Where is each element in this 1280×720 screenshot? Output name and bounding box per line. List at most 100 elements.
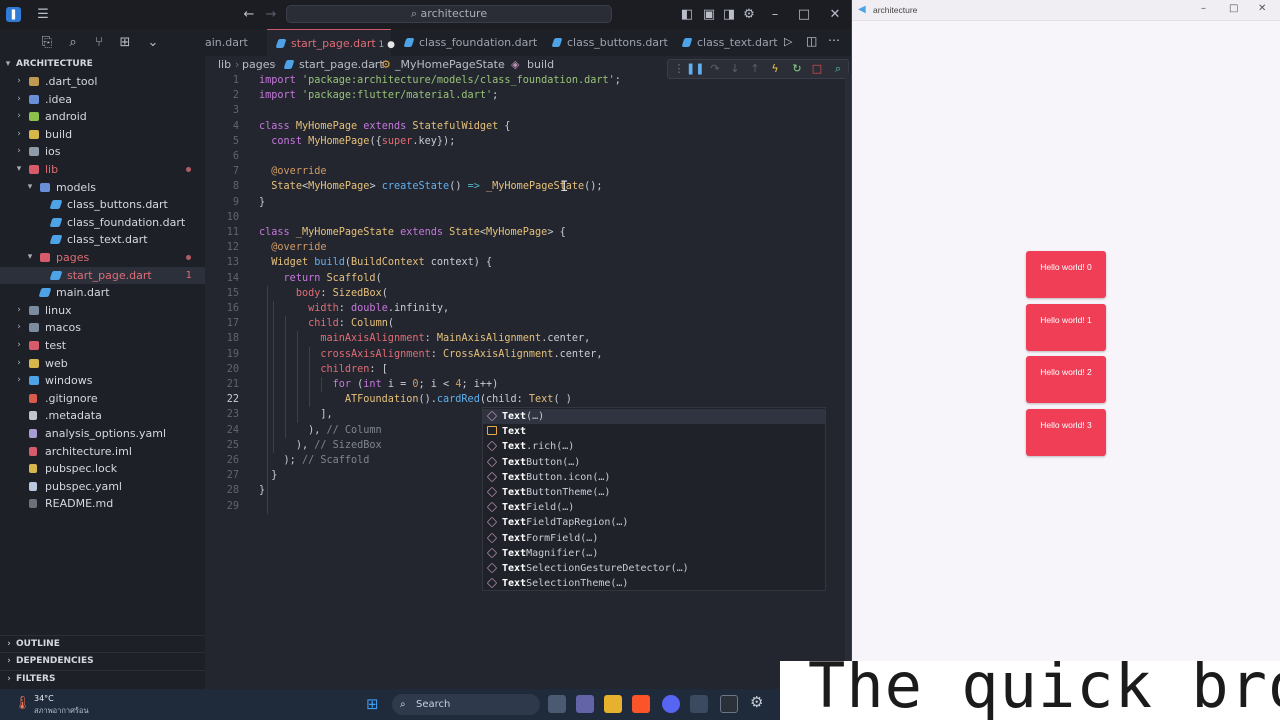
editor-tab-class-buttons-dart[interactable]: class_buttons.dart: [543, 29, 669, 56]
suggestion-item[interactable]: Text(…): [483, 409, 825, 425]
suggestion-item[interactable]: Text.rich(…): [483, 439, 825, 454]
tree-folder-idea[interactable]: › .idea: [0, 91, 205, 108]
run-icon[interactable]: ▷: [784, 35, 792, 48]
suggestion-item[interactable]: TextFormField(…): [483, 531, 825, 546]
command-center[interactable]: ⌕ architecture: [286, 5, 612, 23]
tree-file-analysis-options-yaml[interactable]: analysis_options.yaml: [0, 425, 205, 442]
maximize-icon[interactable]: □: [1229, 3, 1238, 14]
search-icon[interactable]: ⌕: [64, 34, 82, 52]
tree-folder-macos[interactable]: › macos: [0, 319, 205, 336]
tree-file-readme-md[interactable]: README.md: [0, 495, 205, 512]
tree-file-metadata[interactable]: .metadata: [0, 407, 205, 424]
split-editor-icon[interactable]: ◫: [806, 34, 817, 48]
suggestion-item[interactable]: TextButton.icon(…): [483, 470, 825, 485]
code-line[interactable]: crossAxisAlignment: CrossAxisAlignment.c…: [259, 347, 602, 362]
tree-folder-linux[interactable]: › linux: [0, 302, 205, 319]
tree-folder-web[interactable]: › web: [0, 355, 205, 372]
tree-folder-dart-tool[interactable]: › .dart_tool: [0, 73, 205, 90]
forward-arrow-icon[interactable]: →: [262, 6, 280, 24]
breadcrumb-pages[interactable]: pages: [242, 56, 275, 73]
suggestion-item[interactable]: TextButtonTheme(…): [483, 485, 825, 500]
minimize-icon[interactable]: –: [766, 6, 784, 24]
settings-gear-icon[interactable]: ⚙: [740, 6, 758, 24]
taskbar-search[interactable]: ⌕ Search: [392, 694, 540, 715]
tree-file-class-buttons-dart[interactable]: class_buttons.dart: [0, 196, 205, 213]
code-line[interactable]: mainAxisAlignment: MainAxisAlignment.cen…: [259, 331, 590, 346]
android-studio-icon[interactable]: [690, 695, 708, 713]
more-actions-icon[interactable]: ⋯: [828, 33, 840, 47]
file-explorer-icon[interactable]: [604, 695, 622, 713]
new-file-icon[interactable]: ⎘: [38, 34, 56, 52]
maximize-icon[interactable]: □: [795, 6, 813, 24]
code-line[interactable]: @override: [259, 240, 326, 255]
suggestion-item[interactable]: TextSelectionTheme(…): [483, 576, 825, 591]
tree-folder-windows[interactable]: › windows: [0, 372, 205, 389]
code-line[interactable]: for (int i = 0; i < 4; i++): [259, 377, 499, 392]
code-line[interactable]: ); // Scaffold: [259, 453, 370, 468]
windows-start-icon[interactable]: ⊞: [366, 696, 383, 713]
task-view-icon[interactable]: [548, 695, 566, 713]
close-window-icon[interactable]: ✕: [826, 6, 844, 24]
toggle-panel-icon[interactable]: ▣: [700, 6, 718, 24]
filters-panel-header[interactable]: › FILTERS: [0, 670, 205, 687]
code-line[interactable]: children: [: [259, 362, 387, 377]
unsaved-dot-icon[interactable]: ●: [384, 40, 395, 50]
suggestion-item[interactable]: TextButton(…): [483, 455, 825, 470]
toggle-secondary-sidebar-icon[interactable]: ◨: [720, 6, 738, 24]
code-line[interactable]: import 'package:architecture/models/clas…: [259, 73, 621, 88]
tree-file-class-text-dart[interactable]: class_text.dart: [0, 231, 205, 248]
code-line[interactable]: const MyHomePage({super.key});: [259, 134, 455, 149]
tree-folder-models[interactable]: ▾ models: [0, 179, 205, 196]
code-line[interactable]: class MyHomePage extends StatefulWidget …: [259, 119, 511, 134]
toggle-sidebar-icon[interactable]: ◧: [678, 6, 696, 24]
breadcrumb-method[interactable]: build: [527, 56, 554, 73]
code-line[interactable]: }: [259, 468, 277, 483]
menu-icon[interactable]: ☰: [34, 6, 52, 24]
tree-folder-build[interactable]: › build: [0, 126, 205, 143]
suggestion-item[interactable]: TextMagnifier(…): [483, 546, 825, 561]
code-line[interactable]: body: SizedBox(: [259, 286, 388, 301]
chevron-down-icon[interactable]: ⌄: [144, 34, 162, 52]
tree-folder-android[interactable]: › android: [0, 108, 205, 125]
back-arrow-icon[interactable]: ←: [240, 6, 258, 24]
code-line[interactable]: child: Column(: [259, 316, 394, 331]
tree-file-class-foundation-dart[interactable]: class_foundation.dart: [0, 214, 205, 231]
teams-icon[interactable]: [576, 695, 594, 713]
tree-folder-pages[interactable]: ▾ pages: [0, 249, 205, 266]
tree-folder-test[interactable]: › test: [0, 337, 205, 354]
code-line[interactable]: @override: [259, 164, 326, 179]
source-control-icon[interactable]: ⑂: [90, 34, 108, 52]
suggestion-item[interactable]: TextFieldTapRegion(…): [483, 515, 825, 530]
code-line[interactable]: ],: [259, 407, 332, 422]
code-line[interactable]: ), // SizedBox: [259, 438, 382, 453]
tree-file-gitignore[interactable]: .gitignore: [0, 390, 205, 407]
tree-folder-ios[interactable]: › ios: [0, 143, 205, 160]
settings-gear-icon[interactable]: ⚙: [750, 693, 763, 711]
code-line[interactable]: class _MyHomePageState extends State<MyH…: [259, 225, 566, 240]
tree-file-start-page-dart[interactable]: start_page.dart 1: [0, 266, 205, 284]
tree-file-pubspec-yaml[interactable]: pubspec.yaml: [0, 478, 205, 495]
code-line[interactable]: State<MyHomePage> createState() => _MyHo…: [259, 179, 602, 194]
editor-tab-class-text-dart[interactable]: class_text.dart: [673, 29, 791, 56]
explorer-root-header[interactable]: ▾ ARCHITECTURE: [0, 56, 205, 73]
extensions-icon[interactable]: ⊞: [116, 34, 134, 52]
outline-panel-header[interactable]: › OUTLINE: [0, 635, 205, 652]
code-line[interactable]: width: double.infinity,: [259, 301, 449, 316]
close-window-icon[interactable]: ✕: [1258, 3, 1266, 14]
code-line[interactable]: ATFoundation().cardRed(child: Text( ): [259, 392, 572, 407]
tree-folder-lib[interactable]: ▾ lib: [0, 161, 205, 178]
breadcrumb-file[interactable]: start_page.dart: [299, 56, 384, 73]
code-line[interactable]: ), // Column: [259, 423, 382, 438]
code-line[interactable]: import 'package:flutter/material.dart';: [259, 88, 498, 103]
minimize-icon[interactable]: –: [1201, 3, 1206, 14]
terminal-icon[interactable]: [720, 695, 738, 713]
editor-tab-ain-dart[interactable]: ain.dart: [205, 29, 265, 56]
code-line[interactable]: return Scaffold(: [259, 271, 382, 286]
suggestion-item[interactable]: TextSelectionGestureDetector(…): [483, 561, 825, 576]
discord-icon[interactable]: [662, 695, 680, 713]
tree-file-pubspec-lock[interactable]: pubspec.lock: [0, 460, 205, 477]
suggestion-item[interactable]: Text: [483, 424, 825, 439]
code-line[interactable]: }: [259, 483, 265, 498]
editor-tab-class-foundation-dart[interactable]: class_foundation.dart: [395, 29, 539, 56]
code-line[interactable]: Widget build(BuildContext context) {: [259, 255, 492, 270]
